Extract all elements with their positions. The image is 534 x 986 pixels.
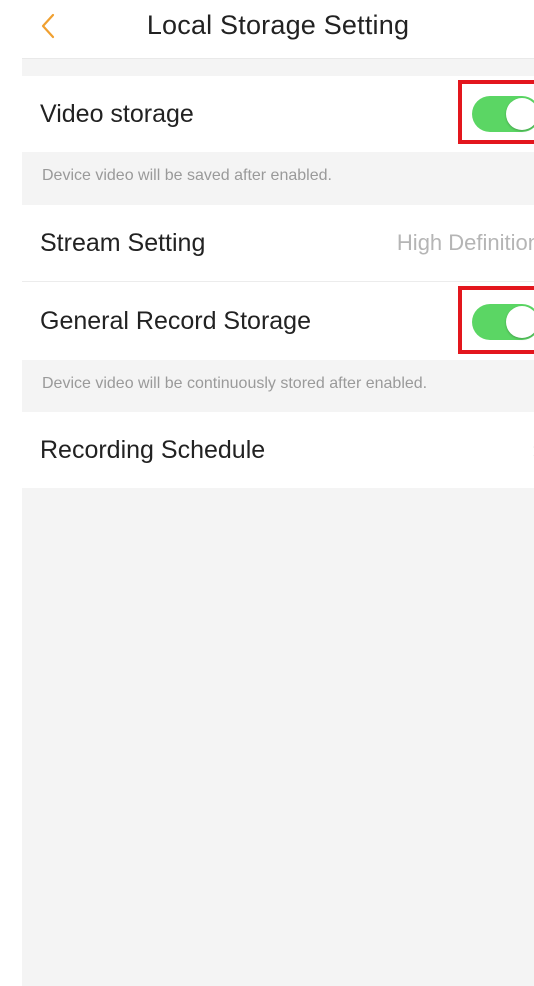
general-record-storage-label: General Record Storage (40, 306, 311, 335)
general-record-storage-row: General Record Storage (22, 282, 534, 360)
toggle-knob (506, 306, 534, 338)
general-record-storage-toggle-highlight (458, 286, 534, 354)
recording-schedule-label: Recording Schedule (40, 435, 266, 464)
video-storage-row: Video storage (22, 76, 534, 152)
general-record-storage-toggle[interactable] (472, 304, 534, 340)
video-storage-toggle-highlight (458, 80, 534, 144)
video-storage-hint: Device video will be saved after enabled… (42, 167, 332, 184)
stream-setting-value: High Definition (396, 230, 534, 255)
general-record-storage-hint: Device video will be continuously stored… (42, 375, 428, 392)
stream-setting-label: Stream Setting (40, 228, 206, 257)
header-bar: Local Storage Setting (22, 0, 534, 59)
video-storage-toggle[interactable] (472, 96, 534, 132)
page-title: Local Storage Setting (146, 10, 410, 40)
stream-setting-row[interactable]: Stream Setting High Definition (22, 205, 534, 281)
app-screen: Local Storage Setting Video storage Devi… (22, 0, 534, 986)
video-storage-label: Video storage (40, 99, 194, 128)
toggle-knob (506, 98, 534, 130)
recording-schedule-row[interactable]: Recording Schedule › (22, 412, 534, 488)
